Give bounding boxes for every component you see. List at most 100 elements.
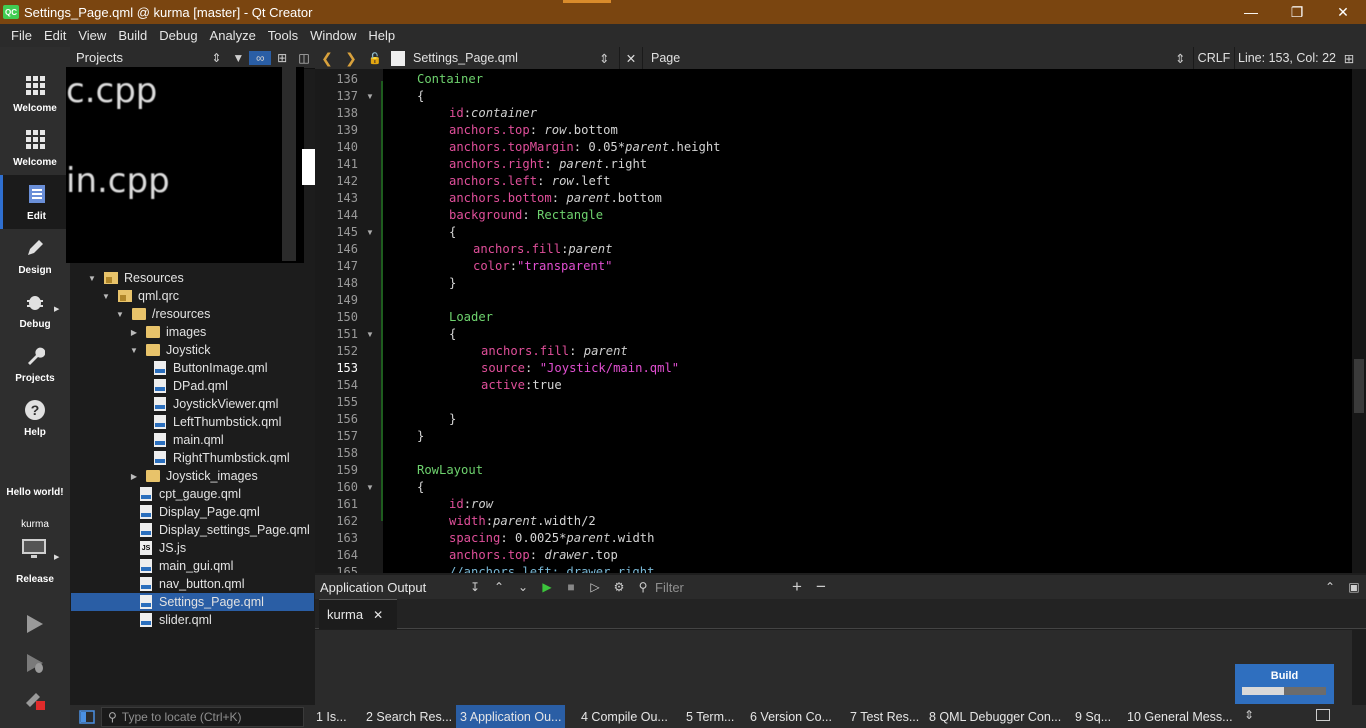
- projects-view-selector[interactable]: Projects: [76, 50, 205, 65]
- updown-icon[interactable]: ⇕: [1175, 51, 1193, 66]
- collapsed-arrow-icon[interactable]: ▶: [128, 472, 140, 481]
- updown-icon[interactable]: ⇕: [599, 51, 619, 66]
- stop-icon[interactable]: ■: [559, 580, 583, 594]
- expanded-arrow-icon[interactable]: ▼: [114, 310, 126, 319]
- close-tab-icon[interactable]: ✕: [373, 608, 383, 622]
- tree-item[interactable]: Settings_Page.qml: [71, 593, 314, 611]
- output-pane-button[interactable]: 2 Search Res...: [366, 705, 452, 728]
- toggle-sidebar-icon[interactable]: [73, 708, 101, 726]
- run-icon[interactable]: [24, 613, 46, 638]
- maximize-pane-icon[interactable]: ⌃: [1318, 580, 1342, 594]
- mode-projects[interactable]: Projects: [0, 337, 70, 391]
- output-pane-button[interactable]: 6 Version Co...: [750, 705, 832, 728]
- mode-debug[interactable]: Debug ▶: [0, 283, 70, 337]
- close-pane-icon[interactable]: ◫: [293, 51, 315, 65]
- tree-item[interactable]: ▼ /resources: [114, 305, 210, 323]
- toggle-output-icon[interactable]: [1316, 709, 1330, 721]
- updown-icon[interactable]: ⇕: [1244, 708, 1254, 722]
- tree-item[interactable]: LeftThumbstick.qml: [154, 413, 281, 431]
- mode-edit[interactable]: Edit: [0, 175, 70, 229]
- menu-build[interactable]: Build: [112, 28, 153, 43]
- tree-item[interactable]: cpt_gauge.qml: [140, 485, 241, 503]
- output-pane-button[interactable]: 3 Application Ou...: [456, 705, 566, 728]
- tree-item[interactable]: JS JS.js: [140, 539, 186, 557]
- tree-item[interactable]: JoystickViewer.qml: [154, 395, 278, 413]
- menu-view[interactable]: View: [72, 28, 112, 43]
- attach-debugger-icon[interactable]: ▷: [583, 580, 607, 594]
- collapsed-arrow-icon[interactable]: ▶: [128, 328, 140, 337]
- tree-item[interactable]: ▶ images: [128, 323, 206, 341]
- filter-icon[interactable]: ▼: [227, 51, 249, 65]
- close-icon[interactable]: ✕: [1320, 0, 1366, 24]
- open-document-selector[interactable]: Settings_Page.qml: [413, 51, 599, 65]
- tree-item[interactable]: Display_Page.qml: [140, 503, 260, 521]
- nav-back-icon[interactable]: ❮: [315, 50, 339, 67]
- menu-analyze[interactable]: Analyze: [204, 28, 262, 43]
- menu-edit[interactable]: Edit: [38, 28, 72, 43]
- cursor-position[interactable]: Line: 153, Col: 22: [1235, 51, 1339, 65]
- mode-design[interactable]: Design: [0, 229, 70, 283]
- output-text-area[interactable]: [315, 630, 1366, 705]
- fold-marker-icon[interactable]: ▼: [366, 88, 374, 105]
- fold-marker-icon[interactable]: ▼: [366, 326, 374, 343]
- code-editor[interactable]: 136 137 ▼ 138 139 140 141 142 143 144 145 ▼ 146 147 14…: [315, 69, 1352, 573]
- split-icon[interactable]: ⊞: [1339, 51, 1359, 66]
- previous-item-icon[interactable]: ⌃: [487, 580, 511, 594]
- expanded-arrow-icon[interactable]: ▼: [128, 346, 140, 355]
- output-tab-kurma[interactable]: kurma ✕: [319, 599, 397, 629]
- link-icon[interactable]: ∞: [249, 50, 272, 65]
- fold-marker-icon[interactable]: ▼: [366, 224, 374, 241]
- minimize-icon[interactable]: —: [1228, 0, 1274, 24]
- tree-item[interactable]: ▶ Joystick_images: [128, 467, 258, 485]
- symbol-selector[interactable]: Page: [643, 51, 1175, 65]
- attach-icon[interactable]: ↧: [463, 580, 487, 594]
- line-ending-selector[interactable]: CRLF: [1194, 51, 1234, 65]
- tree-item[interactable]: main.qml: [154, 431, 224, 449]
- tree-item[interactable]: main_gui.qml: [140, 557, 233, 575]
- expanded-arrow-icon[interactable]: ▼: [86, 274, 98, 283]
- output-pane-button[interactable]: 9 Sq...: [1075, 705, 1111, 728]
- filter-input[interactable]: Filter: [655, 580, 785, 595]
- settings-gear-icon[interactable]: ⚙: [607, 580, 631, 594]
- build-hammer-icon[interactable]: [24, 689, 46, 714]
- mode-welcome-2[interactable]: Welcome: [0, 121, 70, 175]
- tree-item[interactable]: RightThumbstick.qml: [154, 449, 290, 467]
- output-pane-button[interactable]: 5 Term...: [686, 705, 734, 728]
- menu-debug[interactable]: Debug: [153, 28, 203, 43]
- mode-help[interactable]: ? Help: [0, 391, 70, 445]
- tree-item[interactable]: Display_settings_Page.qml: [140, 521, 310, 539]
- mode-welcome[interactable]: Welcome: [0, 67, 70, 121]
- fold-marker-icon[interactable]: ▼: [366, 479, 374, 496]
- output-pane-button[interactable]: 8 QML Debugger Con...: [929, 705, 1061, 728]
- output-pane-button[interactable]: 7 Test Res...: [850, 705, 919, 728]
- editor-scrollbar[interactable]: [1352, 69, 1366, 573]
- tree-item[interactable]: ▼ qml.qrc: [100, 287, 179, 305]
- scrollbar-thumb[interactable]: [1354, 359, 1364, 413]
- close-document-icon[interactable]: ✕: [620, 51, 642, 66]
- menu-window[interactable]: Window: [304, 28, 362, 43]
- tree-item[interactable]: nav_button.qml: [140, 575, 244, 593]
- next-item-icon[interactable]: ⌄: [511, 580, 535, 594]
- output-pane-button[interactable]: 10 General Mess...: [1127, 705, 1233, 728]
- close-pane-icon[interactable]: ▣: [1342, 580, 1366, 594]
- output-scrollbar[interactable]: [1352, 630, 1366, 705]
- updown-icon[interactable]: ⇕: [205, 51, 227, 65]
- kit-selector-monitor-icon[interactable]: [21, 538, 47, 560]
- zoom-out-icon[interactable]: −: [809, 577, 833, 597]
- tree-item[interactable]: ▼ Joystick: [128, 341, 210, 359]
- debug-run-icon[interactable]: [24, 652, 46, 677]
- maximize-icon[interactable]: ❐: [1274, 0, 1320, 24]
- tree-item[interactable]: slider.qml: [140, 611, 212, 629]
- split-icon[interactable]: ⊞: [271, 51, 293, 65]
- nav-forward-icon[interactable]: ❯: [339, 50, 363, 67]
- locator-input[interactable]: ⚲ Type to locate (Ctrl+K): [101, 707, 304, 727]
- tree-item[interactable]: DPad.qml: [154, 377, 228, 395]
- menu-file[interactable]: File: [5, 28, 38, 43]
- output-pane-button[interactable]: 4 Compile Ou...: [581, 705, 668, 728]
- rerun-icon[interactable]: ▶: [535, 580, 559, 594]
- expanded-arrow-icon[interactable]: ▼: [100, 292, 112, 301]
- output-pane-button[interactable]: 1 Is...: [316, 705, 347, 728]
- menu-tools[interactable]: Tools: [262, 28, 304, 43]
- tree-item[interactable]: ▼ Resources: [86, 269, 184, 287]
- tree-item[interactable]: ButtonImage.qml: [154, 359, 268, 377]
